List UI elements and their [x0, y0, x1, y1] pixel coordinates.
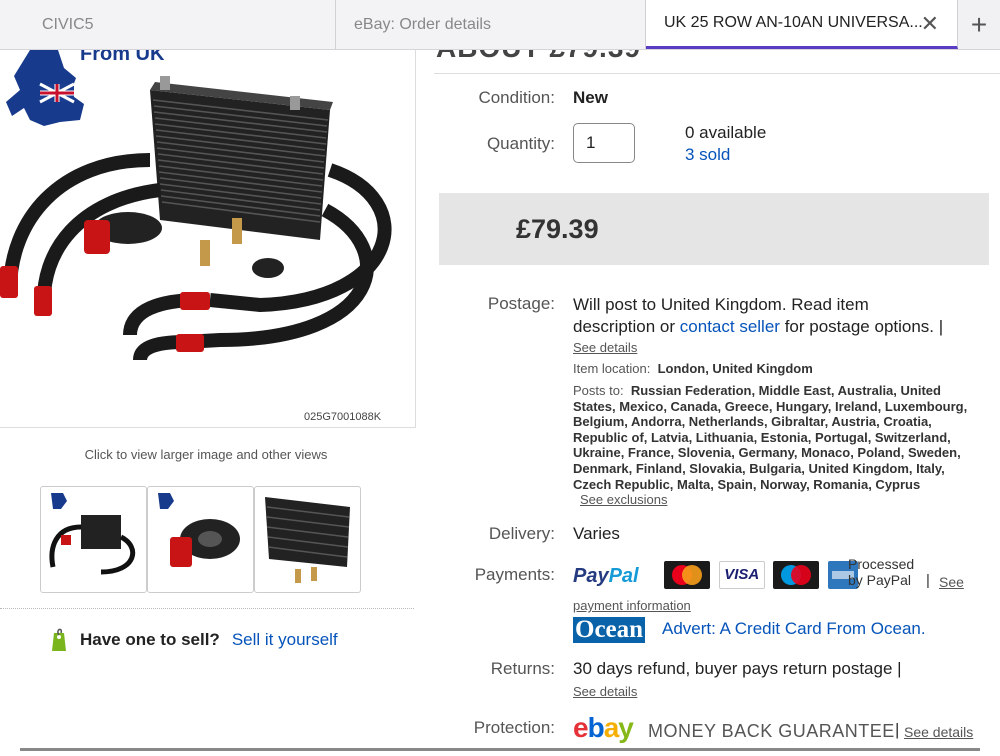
tab-label: UK 25 ROW AN-10AN UNIVERSA...	[664, 14, 923, 31]
item-location: Item location: London, United Kingdom	[573, 361, 813, 376]
image-watermark: 025G7001088K	[304, 411, 382, 423]
thumbnail-strip	[40, 486, 361, 593]
paypal-logo: PayPal	[573, 565, 639, 587]
quantity-input[interactable]: 1	[573, 123, 635, 163]
money-back-guarantee: MONEY BACK GUARANTEE	[648, 721, 895, 741]
browser-tab-bar: CIVIC5 eBay: Order details UK 25 ROW AN-…	[0, 0, 1000, 50]
tab-civic5[interactable]: CIVIC5	[0, 0, 336, 49]
payment-info-link-see[interactable]: See	[939, 574, 964, 590]
maestro-icon	[773, 561, 820, 589]
protection-see-details-link[interactable]: See details	[904, 724, 973, 740]
new-tab-icon[interactable]: +	[958, 0, 1000, 49]
delivery-value: Varies	[573, 524, 620, 543]
postage-line-1: Will post to United Kingdom. Read item	[573, 295, 869, 314]
section-rule	[434, 73, 1000, 74]
processed-line-2: by PayPal	[848, 572, 912, 588]
postage-label: Postage:	[487, 294, 555, 313]
price-tag-icon	[52, 628, 66, 651]
sell-prompt: Have one to sell? Sell it yourself	[50, 627, 338, 653]
tab-label: CIVIC5	[42, 15, 94, 33]
contact-seller-link[interactable]: contact seller	[680, 317, 780, 336]
protection-separator: |	[895, 720, 900, 739]
postage-see-details-link[interactable]: See details	[573, 340, 637, 355]
tab-active-listing[interactable]: UK 25 ROW AN-10AN UNIVERSA... ✕	[646, 0, 958, 49]
payment-info-link[interactable]: payment information	[573, 598, 691, 613]
postage-text: Will post to United Kingdom. Read item d…	[573, 294, 993, 338]
banner-text: From UK	[80, 50, 165, 65]
main-product-image[interactable]: From UK 025G7001088K	[0, 50, 416, 428]
payments-label: Payments:	[474, 565, 555, 584]
condition-label: Condition:	[478, 88, 555, 107]
price-box: £79.39	[439, 193, 989, 265]
returns-label: Returns:	[490, 659, 555, 678]
thumbnail-3[interactable]	[254, 486, 361, 593]
item-location-value: London, United Kingdom	[657, 361, 813, 376]
visa-icon: VISA	[718, 561, 765, 589]
thumbnail-2[interactable]	[147, 486, 254, 593]
click-hint: Click to view larger image and other vie…	[84, 447, 328, 462]
ocean-advert-link[interactable]: Advert: A Credit Card From Ocean.	[662, 619, 926, 639]
close-tab-icon[interactable]: ✕	[921, 13, 939, 35]
available-count: 0 available	[685, 123, 767, 142]
thumbnail-1[interactable]	[40, 486, 147, 593]
item-price: £79.39	[516, 214, 599, 244]
posts-to-label: Posts to:	[573, 383, 624, 398]
bottom-rule	[20, 748, 980, 751]
posts-to-value: Russian Federation, Middle East, Austral…	[573, 383, 968, 492]
tab-order-details[interactable]: eBay: Order details	[336, 0, 646, 49]
quantity-label: Quantity:	[486, 134, 555, 153]
condition-value: New	[573, 88, 608, 107]
card-logos: VISA	[664, 561, 862, 589]
processed-line-1: Processed	[848, 556, 915, 572]
protection-label: Protection:	[473, 718, 555, 737]
returns-value: 30 days refund, buyer pays return postag…	[573, 659, 902, 678]
payments-separator: |	[926, 572, 930, 589]
processed-by-paypal: Processed by PayPal	[848, 556, 914, 588]
delivery-label: Delivery:	[488, 524, 555, 543]
postage-line-2b: for postage options. |	[784, 317, 944, 336]
see-exclusions-link[interactable]: See exclusions	[580, 492, 667, 507]
ocean-logo[interactable]: Ocean	[573, 617, 646, 643]
ebay-logo: ebay	[573, 712, 634, 743]
sold-count-link[interactable]: 3 sold	[685, 145, 730, 165]
left-divider	[0, 608, 414, 609]
sell-question: Have one to sell?	[80, 630, 220, 649]
mastercard-icon	[664, 561, 710, 589]
oil-cooler-kit-image: From UK 025G7001088K	[0, 50, 392, 423]
returns-see-details-link[interactable]: See details	[573, 684, 637, 699]
sell-it-yourself-link[interactable]: Sell it yourself	[232, 630, 338, 650]
tab-label: eBay: Order details	[354, 15, 491, 33]
posts-to: Posts to: Russian Federation, Middle Eas…	[573, 383, 985, 492]
postage-line-2a: description or	[573, 317, 676, 336]
item-location-label: Item location:	[573, 361, 651, 376]
